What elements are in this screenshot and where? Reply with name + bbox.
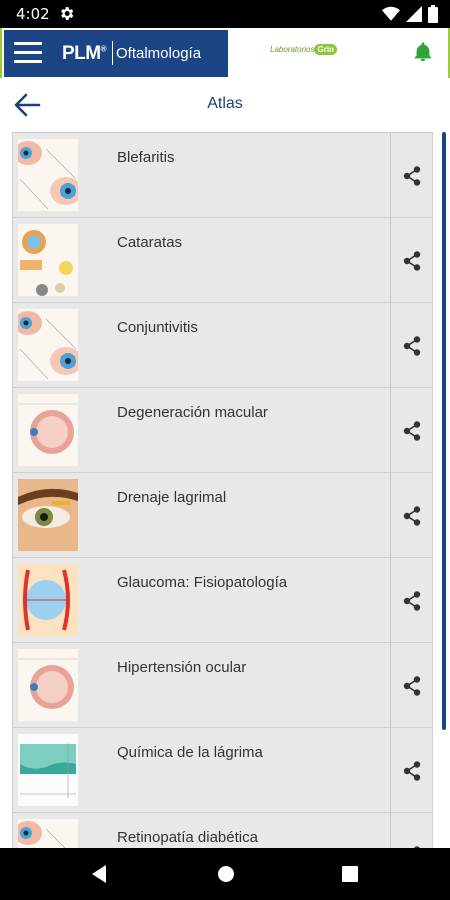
share-button[interactable] [390, 133, 432, 217]
share-button[interactable] [390, 473, 432, 557]
atlas-list-item[interactable]: Blefaritis [12, 133, 433, 218]
atlas-thumbnail [18, 139, 78, 211]
atlas-thumbnail [18, 734, 78, 806]
status-time: 4:02 [16, 5, 50, 23]
atlas-list-item[interactable]: Glaucoma: Fisiopatología [12, 558, 433, 643]
atlas-item-label: Cataratas [117, 234, 183, 251]
atlas-thumbnail [18, 394, 78, 466]
atlas-item-label: Drenaje lagrimal [117, 489, 227, 506]
share-icon [403, 166, 421, 186]
wifi-icon [382, 6, 400, 21]
atlas-item-label: Glaucoma: Fisiopatología [117, 574, 288, 591]
atlas-item-label: Blefaritis [117, 149, 175, 166]
atlas-item-label: Conjuntivitis [117, 319, 198, 336]
scrollbar[interactable] [442, 132, 446, 730]
nav-back-icon[interactable] [90, 864, 108, 884]
brand-divider [112, 41, 113, 65]
atlas-list-item[interactable]: Drenaje lagrimal [12, 473, 433, 558]
atlas-thumbnail [18, 479, 78, 551]
atlas-thumbnail [18, 224, 78, 296]
share-icon [403, 676, 421, 696]
atlas-list-item[interactable]: Química de la lágrima [12, 728, 433, 813]
atlas-item-label: Química de la lágrima [117, 744, 263, 761]
atlas-item-label: Hipertensión ocular [117, 659, 247, 676]
atlas-list-item[interactable]: Retinopatía diabética [12, 813, 433, 848]
share-button[interactable] [390, 643, 432, 727]
sponsor-prefix: Laboratorios [270, 45, 315, 54]
system-navigation-bar [0, 848, 450, 900]
atlas-thumbnail [18, 309, 78, 381]
status-bar: 4:02 [0, 0, 450, 28]
share-button[interactable] [390, 813, 432, 848]
notification-bell-icon[interactable] [412, 40, 434, 64]
page-title: Atlas [207, 95, 243, 112]
nav-home-icon[interactable] [216, 864, 236, 884]
brand-block: PLM® Oftalmología [4, 30, 228, 77]
share-button[interactable] [390, 728, 432, 812]
specialty-title: Oftalmología [116, 45, 202, 62]
atlas-list: Blefaritis Cataratas Conjuntivitis Degenera… [12, 132, 433, 848]
screen: 4:02 PLM® Oftalmología Laboratorios Grin… [0, 0, 450, 900]
atlas-item-label: Retinopatía diabética [117, 829, 258, 846]
share-icon [403, 506, 421, 526]
share-button[interactable] [390, 303, 432, 387]
share-icon [403, 336, 421, 356]
page-header: Atlas [0, 78, 450, 132]
atlas-list-item[interactable]: Hipertensión ocular [12, 643, 433, 728]
share-button[interactable] [390, 218, 432, 302]
app-header: PLM® Oftalmología Laboratorios Grin [0, 28, 450, 78]
share-button[interactable] [390, 388, 432, 472]
atlas-thumbnail [18, 649, 78, 721]
system-icons [382, 5, 438, 23]
signal-icon [406, 6, 422, 22]
atlas-list-item[interactable]: Cataratas [12, 218, 433, 303]
atlas-item-label: Degeneración macular [117, 404, 268, 421]
sponsor-name: Grin [314, 44, 337, 55]
share-icon [403, 591, 421, 611]
menu-icon[interactable] [14, 42, 46, 66]
sponsor-logo: Laboratorios Grin [270, 44, 337, 55]
atlas-list-item[interactable]: Conjuntivitis [12, 303, 433, 388]
share-icon [403, 761, 421, 781]
atlas-list-item[interactable]: Degeneración macular [12, 388, 433, 473]
share-icon [403, 251, 421, 271]
atlas-thumbnail [18, 564, 78, 636]
brand-logo: PLM® [62, 43, 107, 64]
atlas-thumbnail [18, 819, 78, 848]
share-button[interactable] [390, 558, 432, 642]
share-icon [403, 421, 421, 441]
nav-recents-icon[interactable] [341, 864, 359, 884]
gear-icon [61, 7, 74, 20]
battery-icon [428, 5, 438, 23]
